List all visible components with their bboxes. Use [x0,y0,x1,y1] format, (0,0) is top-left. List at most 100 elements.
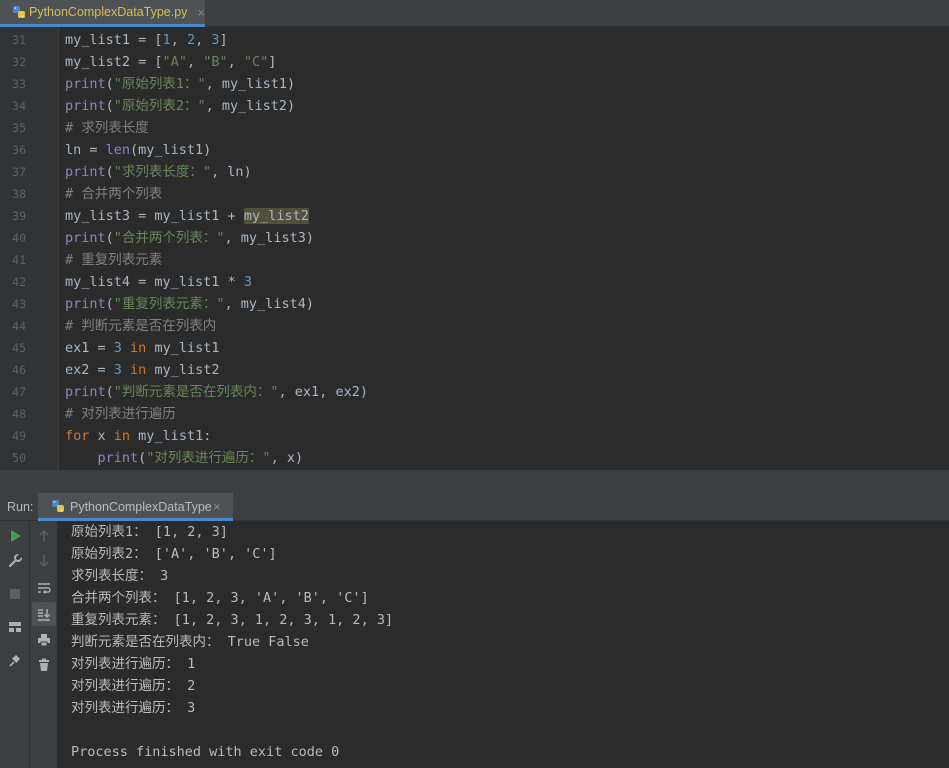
console-line: 对列表进行遍历： 3 [71,700,196,716]
code-text: my_list4 = my_list1 * 3 [65,271,252,293]
code-line[interactable]: 49 for x in my_list1: [0,425,949,447]
code-editor[interactable]: 31 my_list1 = [1, 2, 3] 32 my_list2 = ["A",… [0,27,949,470]
code-token: "B" [203,54,228,70]
code-line[interactable]: 45 ex1 = 3 in my_list1 [0,337,949,359]
code-line[interactable]: 35 # 求列表长度 [0,117,949,139]
python-file-icon [12,5,26,19]
code-token: , my_list4) [224,296,314,312]
code-token: # 重复列表元素 [65,252,163,268]
code-token: 3 [113,340,122,356]
line-number: 49 [12,429,26,443]
code-line[interactable]: 48 # 对列表进行遍历 [0,403,949,425]
code-line[interactable]: 47 print("判断元素是否在列表内：", ex1, ex2) [0,381,949,403]
code-line[interactable]: 42 my_list4 = my_list1 * 3 [0,271,949,293]
code-token: # 判断元素是否在列表内 [65,318,217,334]
code-token: my_list2 [243,208,309,224]
stop-icon[interactable] [5,584,25,604]
pin-icon[interactable] [5,650,25,670]
code-text: print("求列表长度：", ln) [65,161,252,183]
wrench-icon[interactable] [5,551,25,571]
run-label: Run: [7,500,34,514]
up-arrow-icon[interactable] [34,526,54,546]
code-line[interactable]: 33 print("原始列表1：", my_list1) [0,73,949,95]
code-token: my_list3 = my_list1 + [65,208,244,224]
line-number: 44 [12,319,26,333]
line-number: 35 [12,121,26,135]
code-token: , my_list2) [205,98,296,114]
console-line: 原始列表2： ['A', 'B', 'C'] [71,546,277,562]
code-token: my_list1 [146,340,220,356]
code-token: in [113,428,131,444]
code-token: ( [105,76,114,92]
code-token: "合并两个列表：" [113,230,225,246]
code-token: in [121,362,147,378]
console-line: 对列表进行遍历： 1 [71,656,196,672]
line-number: 31 [12,33,26,47]
code-line[interactable]: 43 print("重复列表元素：", my_list4) [0,293,949,315]
line-number: 36 [12,143,26,157]
code-text: my_list2 = ["A", "B", "C"] [65,51,276,73]
run-toolstrip-secondary [30,521,58,768]
code-token: 1 [162,32,171,48]
code-token: , [186,54,204,70]
code-line[interactable]: 44 # 判断元素是否在列表内 [0,315,949,337]
panel-splitter[interactable] [0,470,949,493]
line-number: 47 [12,385,26,399]
code-line[interactable]: 34 print("原始列表2：", my_list2) [0,95,949,117]
line-number: 38 [12,187,26,201]
code-token: ] [219,32,228,48]
code-token: 3 [113,362,122,378]
line-number: 46 [12,363,26,377]
soft-wrap-icon[interactable] [34,578,54,598]
code-text: for x in my_list1: [65,425,211,447]
code-line[interactable]: 31 my_list1 = [1, 2, 3] [0,29,949,51]
code-text: ln = len(my_list1) [65,139,211,161]
close-icon[interactable]: × [197,5,205,20]
run-config-tab[interactable]: PythonComplexDataType × [38,493,233,521]
code-token: (my_list1) [130,142,212,158]
code-token: , ln) [211,164,252,180]
down-arrow-icon[interactable] [34,551,54,571]
code-token: "A" [162,54,187,70]
code-line[interactable]: 50 print("对列表进行遍历：", x) [0,447,949,469]
code-token: print [65,98,106,114]
code-text: print("原始列表2：", my_list2) [65,95,295,117]
code-token: , x) [270,450,304,466]
code-token: print [65,76,106,92]
run-icon[interactable] [5,526,25,546]
tab-file-name: PythonComplexDataType.py [29,5,188,19]
code-token: , my_list3) [224,230,314,246]
run-console-output[interactable]: 原始列表1： [1, 2, 3] 原始列表2： ['A', 'B', 'C'] 求列… [58,521,949,768]
line-number: 34 [12,99,26,113]
code-line[interactable]: 38 # 合并两个列表 [0,183,949,205]
code-token: # 合并两个列表 [65,186,163,202]
code-token: , my_list1) [205,76,296,92]
scroll-to-end-icon[interactable] [32,602,56,626]
editor-tab[interactable]: PythonComplexDataType.py × [0,0,205,27]
code-token: ( [105,164,114,180]
print-icon[interactable] [34,630,54,650]
console-line: 合并两个列表： [1, 2, 3, 'A', 'B', 'C'] [71,590,369,606]
console-line: 重复列表元素： [1, 2, 3, 1, 2, 3, 1, 2, 3] [71,612,394,628]
code-line[interactable]: 37 print("求列表长度：", ln) [0,161,949,183]
close-icon[interactable]: × [213,499,221,514]
console-line: 求列表长度： 3 [71,568,169,584]
code-text: # 求列表长度 [65,117,149,139]
layout-icon[interactable] [5,617,25,637]
code-token: "C" [243,54,269,70]
code-text: # 判断元素是否在列表内 [65,315,216,337]
code-line[interactable]: 41 # 重复列表元素 [0,249,949,271]
trash-icon[interactable] [34,655,54,675]
code-line[interactable]: 32 my_list2 = ["A", "B", "C"] [0,51,949,73]
code-line[interactable]: 36 ln = len(my_list1) [0,139,949,161]
code-token: ] [268,54,277,70]
code-line[interactable]: 39 my_list3 = my_list1 + my_list2 [0,205,949,227]
code-token: ex1 = [65,340,114,356]
code-text: my_list3 = my_list1 + my_list2 [65,205,309,227]
code-token: ( [105,230,114,246]
code-line[interactable]: 40 print("合并两个列表：", my_list3) [0,227,949,249]
code-line[interactable]: 46 ex2 = 3 in my_list2 [0,359,949,381]
code-text: ex2 = 3 in my_list2 [65,359,219,381]
line-number: 37 [12,165,26,179]
